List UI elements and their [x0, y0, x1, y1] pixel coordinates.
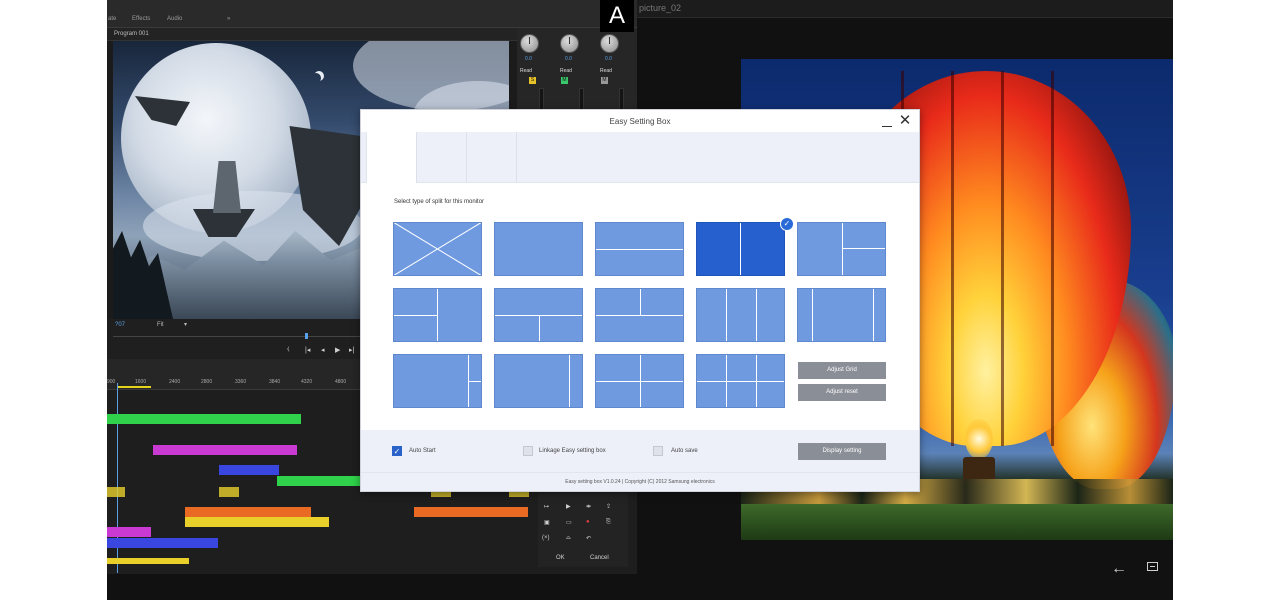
version-footer: Easy setting box V1.0.24 | Copyright (C)… [361, 472, 919, 491]
pan-knob-icon[interactable] [560, 34, 579, 53]
auto-start-checkbox[interactable]: ✓ [392, 446, 402, 456]
linkage-checkbox[interactable] [523, 446, 533, 456]
layout-tile-3-right-split[interactable] [797, 222, 886, 276]
slip-tool-icon[interactable]: ↦ [544, 503, 549, 510]
selected-check-icon: ✓ [780, 217, 794, 231]
layout-tile-2-horizontal[interactable] [595, 222, 684, 276]
adjust-reset-button[interactable]: Adjust reset [798, 384, 886, 401]
playhead-marker[interactable] [305, 333, 308, 339]
solo-toggle[interactable]: S [529, 77, 536, 84]
automation-mode-select[interactable]: Read [560, 68, 572, 74]
burner-flame [965, 419, 993, 459]
ok-button[interactable]: OK [556, 555, 565, 561]
desktop-screen: ate Effects Audio » Program 001 ?07 Fit … [107, 0, 1173, 600]
automation-mode-select[interactable]: Read [600, 68, 612, 74]
split-layout-panel: Select type of split for this monitor ✓ [366, 183, 914, 430]
tab-effects[interactable]: Effects [132, 16, 150, 22]
work-area-bar[interactable] [117, 386, 151, 388]
mute-toggle[interactable]: M [561, 77, 568, 84]
timeline-clip[interactable] [414, 507, 528, 517]
timecode[interactable]: ?07 [115, 322, 125, 328]
layout-tile-wide-center[interactable] [797, 288, 886, 342]
timeline-clip[interactable] [185, 507, 311, 517]
tab-monitor-1[interactable] [366, 132, 417, 183]
comment-icon[interactable]: ▭ [566, 519, 572, 526]
timeline-clip[interactable] [107, 487, 125, 497]
version-text: Easy setting box V1.0.24 | Copyright (C)… [565, 479, 715, 485]
timeline-clip[interactable] [219, 465, 279, 475]
back-arrow-icon[interactable]: ← [1111, 560, 1127, 578]
cancel-button[interactable]: Cancel [590, 555, 609, 561]
step-back-icon[interactable]: |◂ [305, 346, 310, 354]
pan-knob-icon[interactable] [600, 34, 619, 53]
layout-tile-full[interactable] [494, 222, 583, 276]
play-icon[interactable]: ▶ [335, 346, 340, 354]
timeline-clip[interactable] [107, 527, 151, 537]
close-icon[interactable]: ✕ [898, 113, 912, 129]
layout-tile-3-left-split[interactable] [393, 288, 482, 342]
adjust-grid-button[interactable]: Adjust Grid [798, 362, 886, 379]
mark-in-icon[interactable]: ⧼ [287, 346, 289, 354]
panel-menu-icon[interactable]: » [227, 16, 230, 22]
grass-field [741, 504, 1173, 540]
editor-top-bar: ate Effects Audio » [107, 0, 637, 28]
tab-monitor-3[interactable] [467, 132, 517, 182]
play-icon[interactable]: ▶ [566, 503, 571, 510]
layout-tile-main-right-strip[interactable] [494, 354, 583, 408]
message-icon[interactable] [1147, 562, 1158, 571]
tab-audio[interactable]: Audio [167, 16, 182, 22]
split-instruction: Select type of split for this monitor [394, 199, 485, 205]
layout-tile-main-right-split[interactable] [393, 354, 482, 408]
easy-setting-box-dialog: Easy Setting Box ✕ Select type of split … [360, 109, 920, 492]
timeline-clip[interactable] [219, 487, 239, 497]
undo-icon[interactable]: ↶ [586, 535, 591, 542]
layout-tile-none[interactable] [393, 222, 482, 276]
image-title: picture_02 [639, 3, 682, 13]
crescent-moon [311, 73, 321, 83]
export-icon[interactable]: ⇪ [606, 503, 611, 510]
timeline-clip[interactable] [107, 538, 218, 548]
timeline-clip[interactable] [107, 558, 189, 564]
dialog-title: Easy Setting Box [609, 117, 671, 126]
timeline-clip[interactable] [277, 476, 361, 486]
pan-knob-icon[interactable] [520, 34, 539, 53]
dialog-tab-strip [361, 132, 919, 183]
link-icon[interactable]: ⎘ [606, 519, 611, 526]
layout-tile-2-vertical[interactable] [696, 222, 785, 276]
auto-save-checkbox[interactable] [653, 446, 663, 456]
automation-mode-select[interactable]: Read [520, 68, 532, 74]
timeline-scrollbar[interactable] [107, 574, 637, 600]
program-monitor-header: Program 001 [107, 28, 517, 41]
mask-icon[interactable]: ⌓ [566, 535, 571, 542]
timeline-clip[interactable] [153, 445, 297, 455]
timeline-clip[interactable] [107, 414, 301, 424]
auto-start-label: Auto Start [409, 448, 436, 454]
zoom-fit-select[interactable]: Fit [157, 322, 164, 328]
ripple-tool-icon[interactable]: ⇼ [586, 503, 591, 510]
step-forward-icon[interactable]: ▸| [349, 346, 354, 354]
auto-save-label: Auto save [671, 448, 698, 454]
fx-icon[interactable]: (×) [542, 535, 550, 541]
layout-tile-3-bottom-split[interactable] [494, 288, 583, 342]
display-setting-button[interactable]: Display setting [798, 443, 886, 460]
program-monitor-label[interactable]: Program 001 [114, 31, 149, 37]
minimize-icon[interactable] [881, 113, 893, 129]
layout-tile-6-grid[interactable] [696, 354, 785, 408]
tab-monitor-2[interactable] [417, 132, 467, 182]
timeline-clip[interactable] [185, 517, 329, 527]
mute-toggle[interactable]: M [601, 77, 608, 84]
layout-tile-3-top-split[interactable] [595, 288, 684, 342]
layout-tile-4-grid[interactable] [595, 354, 684, 408]
chevron-down-icon[interactable]: ▾ [184, 321, 187, 328]
linkage-label: Linkage Easy setting box [539, 448, 606, 454]
image-viewer-header: picture_02 [637, 0, 1173, 18]
figure-label: A [600, 0, 634, 32]
layout-tile-3-columns[interactable] [696, 288, 785, 342]
timeline-tools: ↦ ▶ ⇼ ⇪ ▣ ▭ ● ⎘ (×) ⌓ ↶ OK Cancel [538, 493, 628, 567]
record-icon[interactable]: ● [586, 519, 590, 525]
dialog-options-bar: ✓ Auto Start Linkage Easy setting box Au… [361, 430, 919, 472]
rewind-icon[interactable]: ◂ [321, 346, 325, 354]
camera-icon[interactable]: ▣ [544, 519, 550, 526]
dialog-title-bar[interactable]: Easy Setting Box [361, 110, 919, 132]
